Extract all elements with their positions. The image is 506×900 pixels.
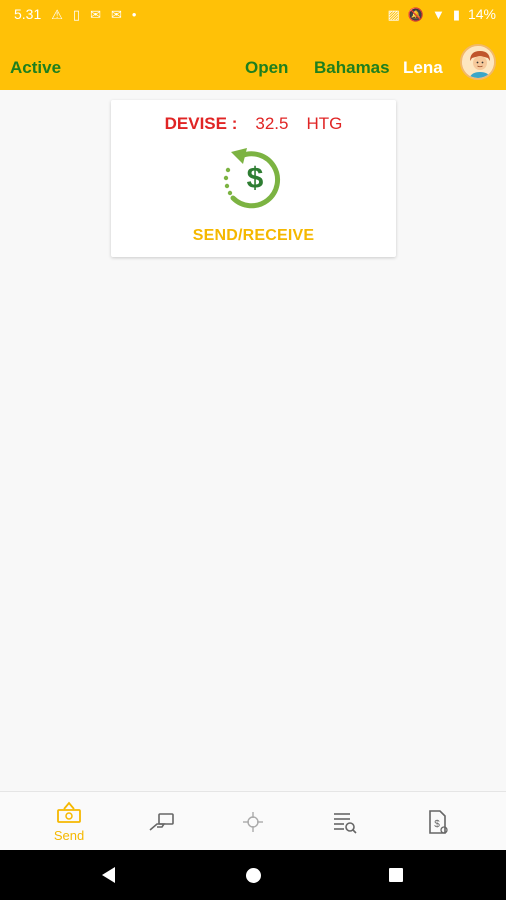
country-label[interactable]: Bahamas [314, 58, 390, 78]
wifi-icon: ▼ [431, 6, 445, 22]
svg-text:$: $ [247, 162, 264, 195]
android-nav-bar [0, 850, 506, 900]
send-receive-icon: $ [223, 148, 280, 209]
crosshair-icon [243, 811, 263, 832]
send-receive-label[interactable]: SEND/RECEIVE [111, 227, 396, 245]
hand-card-icon [149, 812, 174, 831]
battery-level: 14% [467, 6, 496, 22]
status-time: 5.31 [14, 6, 42, 22]
nav-list-search[interactable] [325, 792, 365, 851]
battery-icon: ▮ [452, 6, 460, 22]
list-search-icon [334, 812, 357, 834]
nav-send-label: Send [53, 828, 85, 843]
bottom-nav: Send $ [0, 791, 506, 850]
svg-text:$: $ [434, 819, 440, 830]
send-money-icon [57, 801, 81, 823]
user-name[interactable]: Lena [403, 58, 443, 78]
mail-icon: ✉ [90, 6, 101, 22]
status-bar: 5.31 ⚠ ▯ ✉ ✉ • ▨ 🔕 ▼ ▮ 14% [0, 0, 506, 28]
devise-row: DEVISE : 32.5 HTG [111, 114, 396, 134]
nav-hand-card[interactable] [142, 792, 182, 851]
mail-icon: ✉ [110, 6, 122, 22]
devise-label: DEVISE : [164, 114, 238, 133]
sim-icon: ▯ [72, 6, 81, 22]
nav-crosshair[interactable] [233, 792, 273, 851]
nav-document-money[interactable]: $ [418, 792, 458, 851]
status-left: 5.31 ⚠ ▯ ✉ ✉ • [14, 6, 136, 22]
open-status[interactable]: Open [245, 58, 288, 78]
back-icon[interactable] [102, 867, 115, 883]
account-status: Active [10, 58, 62, 77]
devise-value: 32.5 [255, 114, 289, 133]
home-icon[interactable] [246, 868, 261, 883]
status-right: ▨ 🔕 ▼ ▮ 14% [387, 6, 496, 22]
avatar[interactable] [460, 44, 496, 80]
alert-icon: ⚠ [51, 6, 63, 22]
vibrate-off-icon: ▨ [387, 6, 400, 22]
recent-apps-icon[interactable] [389, 868, 403, 882]
send-receive-card[interactable]: DEVISE : 32.5 HTG $ SEND/RECEIVE [111, 100, 396, 257]
dot-icon: • [131, 6, 137, 22]
currency-code: HTG [306, 114, 343, 133]
document-money-icon: $ [429, 809, 448, 834]
notifications-off-icon: 🔕 [407, 6, 424, 22]
nav-send[interactable]: Send [44, 792, 94, 851]
